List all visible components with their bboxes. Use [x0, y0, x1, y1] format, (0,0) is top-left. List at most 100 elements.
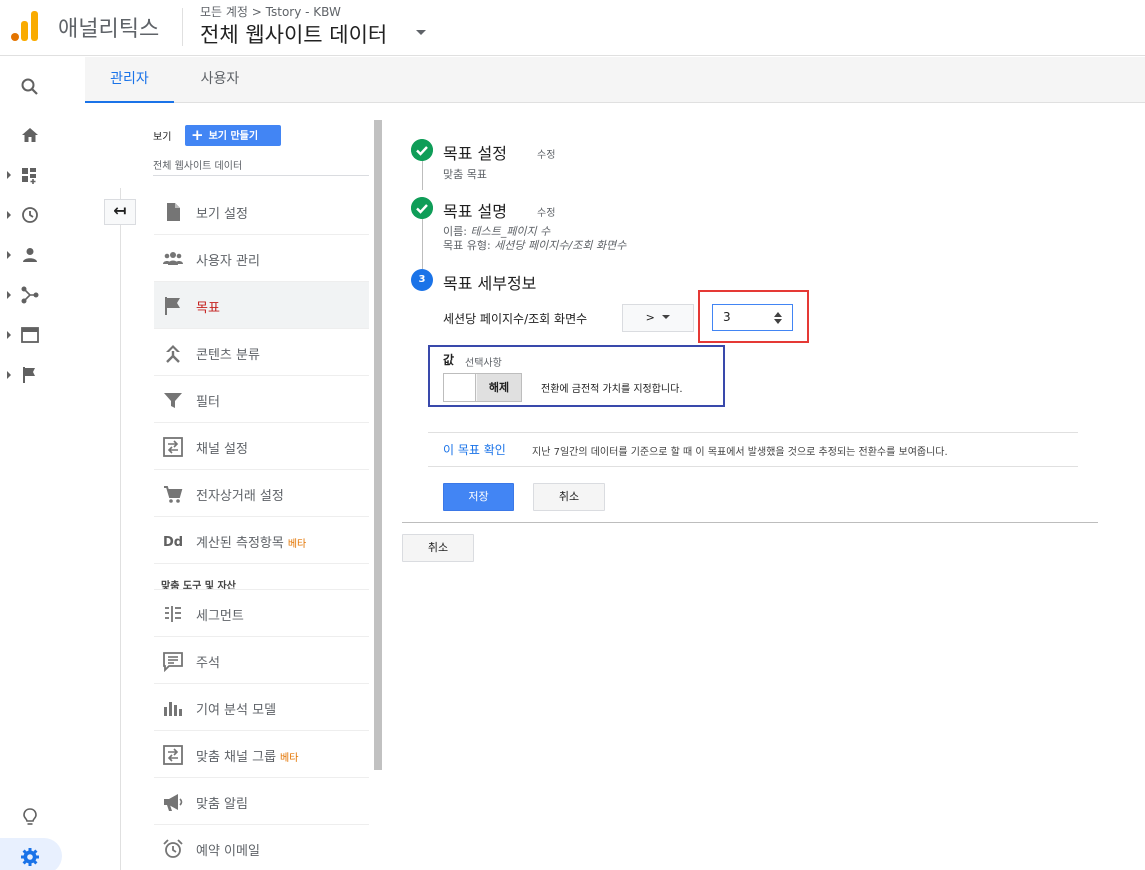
menu-item-filters[interactable]: 필터	[154, 376, 369, 423]
operator-select[interactable]: >	[622, 304, 694, 332]
menu-item-label: 사용자 관리	[196, 254, 260, 269]
edit-goal-description-link[interactable]: 수정	[537, 204, 555, 219]
goal-type-value: 세션당 페이지수/조회 화면수	[494, 239, 627, 252]
menu-item-label: 맞춤 알림	[196, 797, 248, 812]
tab-user[interactable]: 사용자	[175, 57, 265, 103]
beta-badge: 베타	[287, 539, 307, 550]
flag-icon	[165, 297, 180, 315]
behavior-icon[interactable]	[20, 325, 40, 345]
menu-item-label: 기여 분석 모델	[196, 703, 277, 718]
back-arrow-button[interactable]: ↤	[104, 199, 136, 225]
expand-caret[interactable]	[7, 251, 11, 259]
tab-admin[interactable]: 관리자	[85, 57, 174, 103]
step-goal-setup-title: 목표 설정	[443, 144, 507, 163]
gear-icon[interactable]	[20, 847, 40, 867]
step-goal-details-title: 목표 세부정보	[443, 274, 537, 293]
menu-item-view-settings[interactable]: 보기 설정	[154, 188, 369, 235]
cancel-goal-button[interactable]: 취소	[402, 534, 474, 562]
chevron-down-icon[interactable]	[416, 30, 426, 35]
channel-icon	[163, 437, 183, 457]
menu-item-label: 보기 설정	[196, 207, 248, 222]
menu-item-label: 주석	[196, 656, 220, 671]
menu-item-label: 전자상거래 설정	[196, 489, 284, 504]
menu-item-content-grouping[interactable]: 콘텐츠 분류	[154, 329, 369, 376]
top-header: 애널리틱스 모든 계정 > Tstory - KBW 전체 웹사이트 데이터	[0, 0, 1145, 56]
dd-icon: Dd	[163, 535, 183, 550]
person-icon[interactable]	[20, 245, 40, 265]
cancel-button[interactable]: 취소	[533, 483, 605, 511]
menu-item-channel-settings[interactable]: 채널 설정	[154, 423, 369, 470]
value-toggle[interactable]: 해제	[443, 373, 522, 402]
flag-icon[interactable]	[20, 365, 40, 385]
beta-badge: 베타	[280, 753, 299, 764]
clock-icon[interactable]	[20, 205, 40, 225]
menu-item-label: 계산된 측정항목 베타	[196, 532, 306, 551]
goal-type-label: 목표 유형:	[443, 239, 491, 252]
step-goal-description-title: 목표 설명	[443, 202, 507, 221]
menu-item-label: 예약 이메일	[196, 844, 260, 859]
header-divider	[182, 8, 183, 46]
view-label: 보기	[153, 132, 172, 143]
expand-caret[interactable]	[7, 331, 11, 339]
operator-value: >	[645, 311, 655, 324]
lightbulb-icon[interactable]	[20, 807, 40, 827]
megaphone-icon	[164, 794, 183, 811]
expand-caret[interactable]	[7, 211, 11, 219]
divider	[402, 522, 1098, 523]
analytics-logo-icon[interactable]	[11, 9, 39, 41]
pages-per-session-input[interactable]: 3	[712, 304, 793, 331]
view-name[interactable]: 전체 웹사이트 데이터	[153, 157, 242, 172]
menu-item-attribution-models[interactable]: 기여 분석 모델	[154, 684, 369, 731]
menu-item-goals[interactable]: 목표	[154, 282, 369, 329]
attribution-icon	[164, 702, 182, 716]
toggle-knob	[444, 374, 476, 401]
people-icon	[163, 252, 183, 265]
menu-item-custom-channel-groups[interactable]: 맞춤 채널 그룹 베타	[154, 731, 369, 778]
menu-item-calculated-metrics[interactable]: Dd 계산된 측정항목 베타	[154, 517, 369, 564]
save-button[interactable]: 저장	[443, 483, 514, 511]
channel-group-icon	[163, 745, 183, 765]
property-selector[interactable]: 전체 웹사이트 데이터	[200, 19, 387, 49]
verify-goal-link[interactable]: 이 목표 확인	[443, 441, 506, 458]
menu-item-scheduled-emails[interactable]: 예약 이메일	[154, 825, 369, 870]
menu-item-annotations[interactable]: 주석	[154, 637, 369, 684]
value-toggle-description: 전환에 금전적 가치를 지정합니다.	[541, 384, 683, 395]
divider	[428, 466, 1078, 467]
filter-icon	[164, 393, 182, 408]
search-icon[interactable]	[20, 77, 40, 97]
expand-caret[interactable]	[7, 371, 11, 379]
expand-caret[interactable]	[7, 291, 11, 299]
menu-item-label: 목표	[196, 301, 220, 316]
create-view-label: 보기 만들기	[208, 131, 259, 142]
annotation-icon	[163, 652, 183, 672]
scrollbar[interactable]	[374, 120, 382, 770]
edit-goal-setup-link[interactable]: 수정	[537, 146, 555, 161]
customization-icon[interactable]	[20, 165, 40, 185]
menu-item-label: 맞춤 채널 그룹 베타	[196, 746, 298, 765]
admin-tabs: 관리자 사용자	[85, 57, 1145, 103]
menu-item-label: 콘텐츠 분류	[196, 348, 260, 363]
input-value: 3	[723, 310, 731, 324]
divider	[153, 175, 369, 176]
expand-caret[interactable]	[7, 171, 11, 179]
step-number-badge: 3	[411, 269, 433, 291]
create-view-button[interactable]: + 보기 만들기	[185, 125, 281, 146]
checkmark-icon	[411, 197, 433, 219]
acquisition-icon[interactable]	[20, 285, 40, 305]
menu-item-label: 필터	[196, 395, 220, 410]
menu-item-text: 맞춤 채널 그룹	[196, 750, 277, 765]
brand-name: 애널리틱스	[58, 17, 160, 42]
spinner-icon[interactable]	[774, 312, 782, 324]
home-icon[interactable]	[20, 125, 40, 145]
menu-item-custom-alerts[interactable]: 맞춤 알림	[154, 778, 369, 825]
menu-item-text: 계산된 측정항목	[196, 536, 284, 551]
menu-item-user-management[interactable]: 사용자 관리	[154, 235, 369, 282]
toggle-label: 해제	[477, 374, 521, 401]
alarm-icon	[163, 839, 183, 858]
menu-item-ecommerce-settings[interactable]: 전자상거래 설정	[154, 470, 369, 517]
account-breadcrumb[interactable]: 모든 계정 > Tstory - KBW	[200, 3, 341, 20]
menu-item-segments[interactable]: 세그먼트	[154, 590, 369, 637]
divider	[428, 432, 1078, 433]
plus-icon: +	[191, 126, 204, 144]
column-divider	[120, 188, 121, 870]
